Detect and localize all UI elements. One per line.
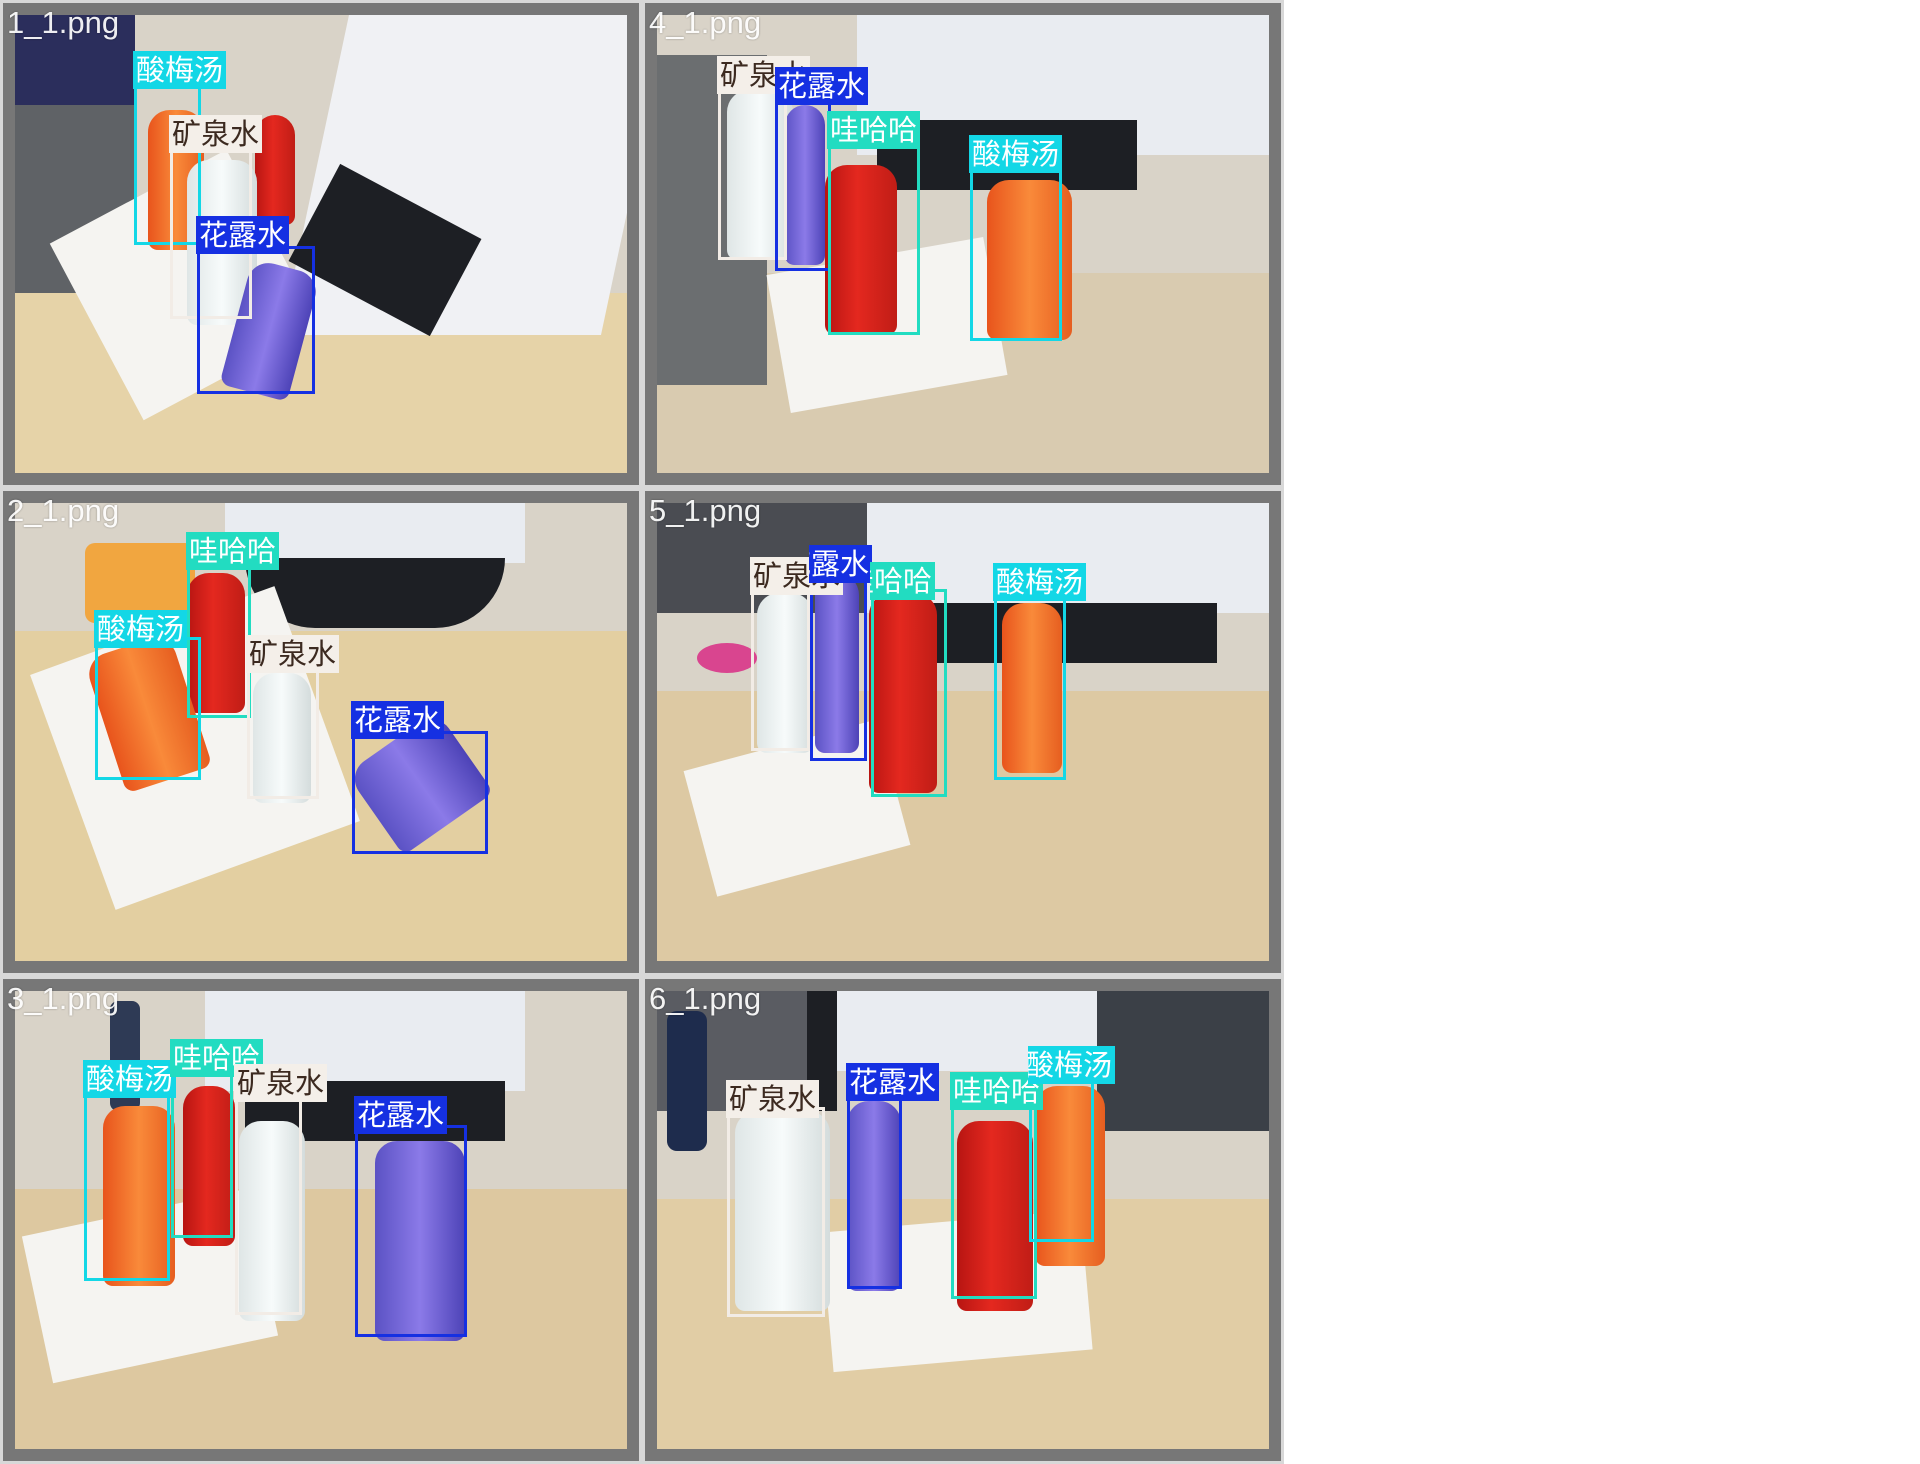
detection-label-mineral-water: 矿泉水: [246, 635, 340, 673]
image-tile-4[interactable]: 5_1.png 矿泉水 花露水 哇哈哈 酸梅汤: [642, 488, 1284, 976]
detection-box-floral-water: [355, 1125, 467, 1337]
detection-label-floral-water: 花露水: [354, 1096, 448, 1134]
photo: [15, 15, 627, 473]
photo: [657, 503, 1269, 961]
detection-box-floral-water: [810, 573, 867, 761]
detection-label-mineral-water: 矿泉水: [169, 115, 263, 153]
detection-label-floral-water: 花露水: [775, 67, 869, 105]
detection-box-wahaha: [871, 589, 947, 797]
detection-label-floral-water: 花露水: [846, 1063, 940, 1101]
detection-box-mineral-water: [727, 1107, 825, 1317]
detection-label-mineral-water: 矿泉水: [234, 1064, 328, 1102]
detection-box-sour-plum: [970, 163, 1062, 341]
detection-label-sour-plum: 酸梅汤: [969, 135, 1063, 173]
file-name-label: 6_1.png: [649, 981, 762, 1016]
detection-label-sour-plum: 酸梅汤: [133, 51, 227, 89]
detection-box-sour-plum: [84, 1088, 170, 1281]
detection-label-sour-plum: 酸梅汤: [993, 563, 1087, 601]
detection-box-mineral-water: [235, 1091, 302, 1315]
mosaic-grid: 1_1.png 酸梅汤 矿泉水 花露水 4_1.png 矿泉水 花露水 哇哈哈 …: [0, 0, 1284, 1464]
image-tile-2[interactable]: 4_1.png 矿泉水 花露水 哇哈哈 酸梅汤: [642, 0, 1284, 488]
detection-box-sour-plum: [994, 591, 1066, 780]
detection-box-wahaha: [951, 1099, 1037, 1299]
file-name-label: 1_1.png: [7, 5, 120, 40]
image-tile-6[interactable]: 6_1.png 矿泉水 花露水 哇哈哈 酸梅汤: [642, 976, 1284, 1464]
image-tile-5[interactable]: 3_1.png 酸梅汤 哇哈哈 矿泉水 花露水: [0, 976, 642, 1464]
detection-box-wahaha: [171, 1067, 233, 1238]
detection-label-floral-water: 花露水: [351, 701, 445, 739]
detection-box-floral-water: [847, 1091, 902, 1289]
detection-box-floral-water: [352, 731, 488, 854]
detection-label-wahaha: 哇哈哈: [827, 111, 921, 149]
detection-box-wahaha: [828, 138, 920, 335]
detection-label-mineral-water: 矿泉水: [726, 1080, 820, 1118]
file-name-label: 4_1.png: [649, 5, 762, 40]
detection-label-sour-plum: 酸梅汤: [83, 1060, 177, 1098]
file-name-label: 5_1.png: [649, 493, 762, 528]
detection-label-wahaha: 哇哈哈: [186, 532, 280, 570]
file-name-label: 2_1.png: [7, 493, 120, 528]
detection-box-sour-plum: [95, 637, 201, 780]
detection-box-floral-water: [197, 246, 315, 394]
detection-label-floral-water: 花露水: [196, 216, 290, 254]
detection-label-sour-plum: 酸梅汤: [1028, 1046, 1116, 1084]
file-name-label: 3_1.png: [7, 981, 120, 1016]
image-tile-3[interactable]: 2_1.png 哇哈哈 酸梅汤 矿泉水 花露水: [0, 488, 642, 976]
detection-box-mineral-water: [247, 661, 319, 799]
detection-label-sour-plum: 酸梅汤: [94, 610, 188, 648]
detection-box-mineral-water: [751, 585, 810, 751]
image-tile-1[interactable]: 1_1.png 酸梅汤 矿泉水 花露水: [0, 0, 642, 488]
detection-box-floral-water: [775, 93, 831, 271]
